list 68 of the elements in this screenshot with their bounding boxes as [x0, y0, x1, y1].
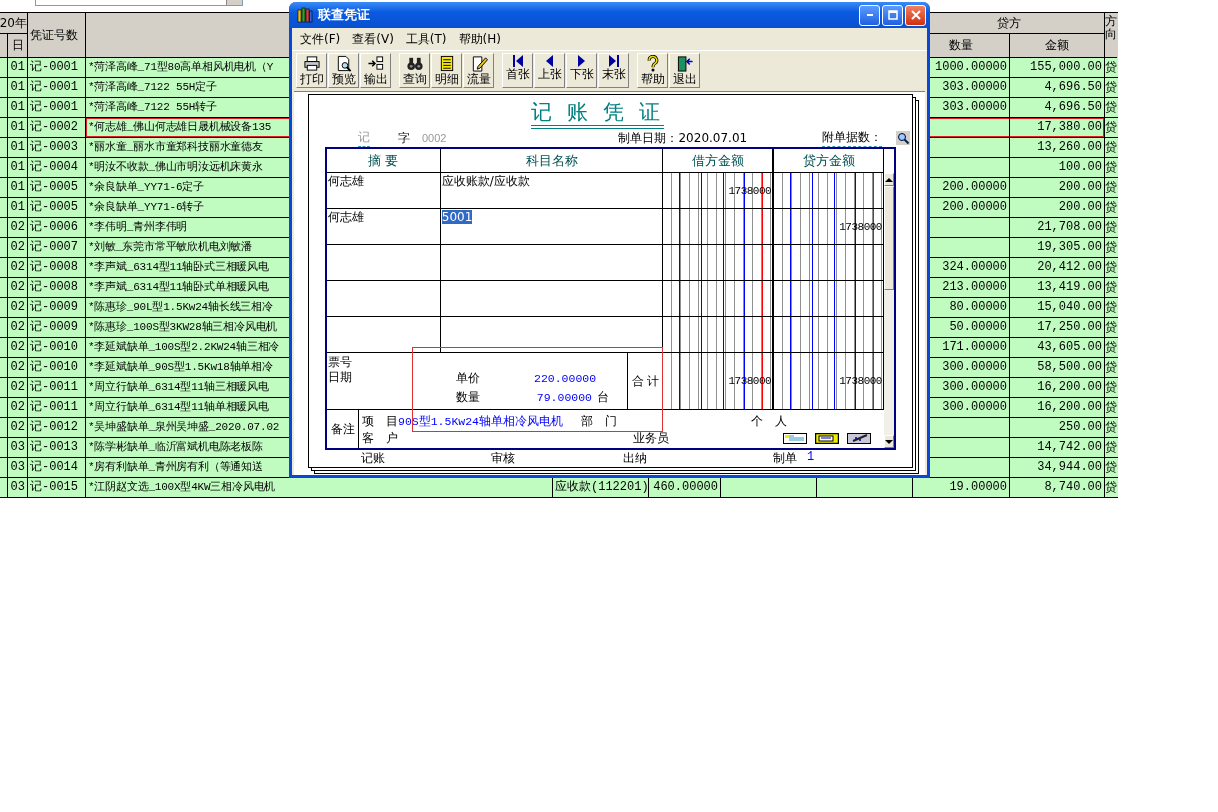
table-cell: 记-0015 [28, 478, 86, 498]
pencil-icon[interactable] [847, 433, 871, 444]
voucher-title: 记 账 凭 证 [531, 99, 664, 129]
close-icon [910, 10, 921, 20]
maximize-button[interactable] [882, 4, 903, 26]
table-cell: 贷 [1105, 478, 1118, 498]
books-icon [297, 7, 313, 23]
signature-label: 出纳 [623, 450, 647, 467]
table-cell[interactable]: 5001 [440, 209, 664, 244]
toolbar-first-button[interactable]: 首张 [502, 52, 533, 88]
toolbar-prev-button[interactable]: 上张 [534, 52, 565, 88]
toolbar-find-button[interactable]: 查询 [399, 52, 430, 88]
total-label: 合 计 [631, 372, 660, 390]
export-icon [366, 54, 385, 72]
toolbar-last-button[interactable]: 末张 [598, 52, 629, 88]
menu-item[interactable]: 工具(T) [399, 30, 453, 48]
first-icon [512, 54, 523, 67]
column-header: 20年 [0, 13, 28, 34]
table-cell: 03 [8, 478, 28, 498]
toolbar-flow-button[interactable]: 流量 [463, 52, 494, 88]
minimize-icon [866, 14, 873, 16]
prev-icon [546, 54, 553, 67]
column-header: 贷方金额 [774, 149, 884, 172]
down-arrow-icon[interactable] [885, 439, 893, 444]
table-cell: 17,380.00 [1010, 118, 1105, 138]
print-icon [302, 54, 321, 72]
signature-value: 1 [807, 450, 815, 466]
menu-item[interactable]: 帮助(H) [452, 30, 507, 48]
toolbar-detail-button[interactable]: 明细 [431, 52, 462, 88]
person-label: 个 人 [751, 413, 788, 430]
up-arrow-icon[interactable] [885, 177, 893, 182]
attachments-label: 附单据数： [822, 129, 882, 147]
salesperson-label: 业务员 [633, 430, 669, 447]
column-header: 借方金额 [663, 149, 774, 172]
selected-text: 5001 [441, 210, 473, 224]
exit-icon [675, 54, 694, 72]
toolbar-print-button[interactable]: 打印 [296, 52, 327, 88]
column-header: 摘 要 [327, 149, 441, 172]
last-icon [608, 54, 619, 67]
signature-label: 制单 [773, 450, 797, 467]
remarks-label: 备注 [330, 420, 355, 438]
close-button[interactable] [905, 4, 926, 26]
search-icon[interactable] [896, 131, 910, 145]
card-icon[interactable] [815, 433, 839, 444]
next-icon [578, 54, 585, 67]
toolbar-preview-button[interactable]: 预览 [328, 52, 359, 88]
table-cell[interactable]: 应收账款/应收款 [440, 173, 664, 208]
voucher-date: 制单日期：2020.07.01 [618, 129, 748, 147]
menu-item[interactable]: 查看(V) [346, 30, 400, 48]
menu-item[interactable]: 文件(F) [294, 30, 347, 48]
document-icon[interactable] [783, 433, 807, 444]
ticket-label: 票号 [328, 355, 353, 370]
window-title: 联查凭证 [318, 6, 370, 24]
table-cell[interactable]: 何志雄 [327, 173, 441, 208]
department-label: 部 门 [581, 413, 618, 430]
scrollbar[interactable] [884, 173, 894, 448]
minimize-button[interactable] [859, 4, 880, 26]
toolbar-next-button[interactable]: 下张 [566, 52, 597, 88]
table-cell[interactable]: 何志雄 [327, 209, 441, 244]
unit-label: 台 [597, 389, 609, 405]
column-header: 科目名称 [440, 149, 664, 172]
toolbar-help-button[interactable]: 帮助 [637, 52, 668, 88]
voucher-type: 记 [358, 129, 370, 147]
toolbar-exit-button[interactable]: 退出 [669, 52, 700, 88]
table-cell: 4,696.50 [1010, 98, 1105, 118]
maximize-icon [887, 10, 898, 20]
toolbar-export-button[interactable]: 输出 [360, 52, 391, 88]
table-cell: 8,740.00 [1010, 478, 1105, 498]
